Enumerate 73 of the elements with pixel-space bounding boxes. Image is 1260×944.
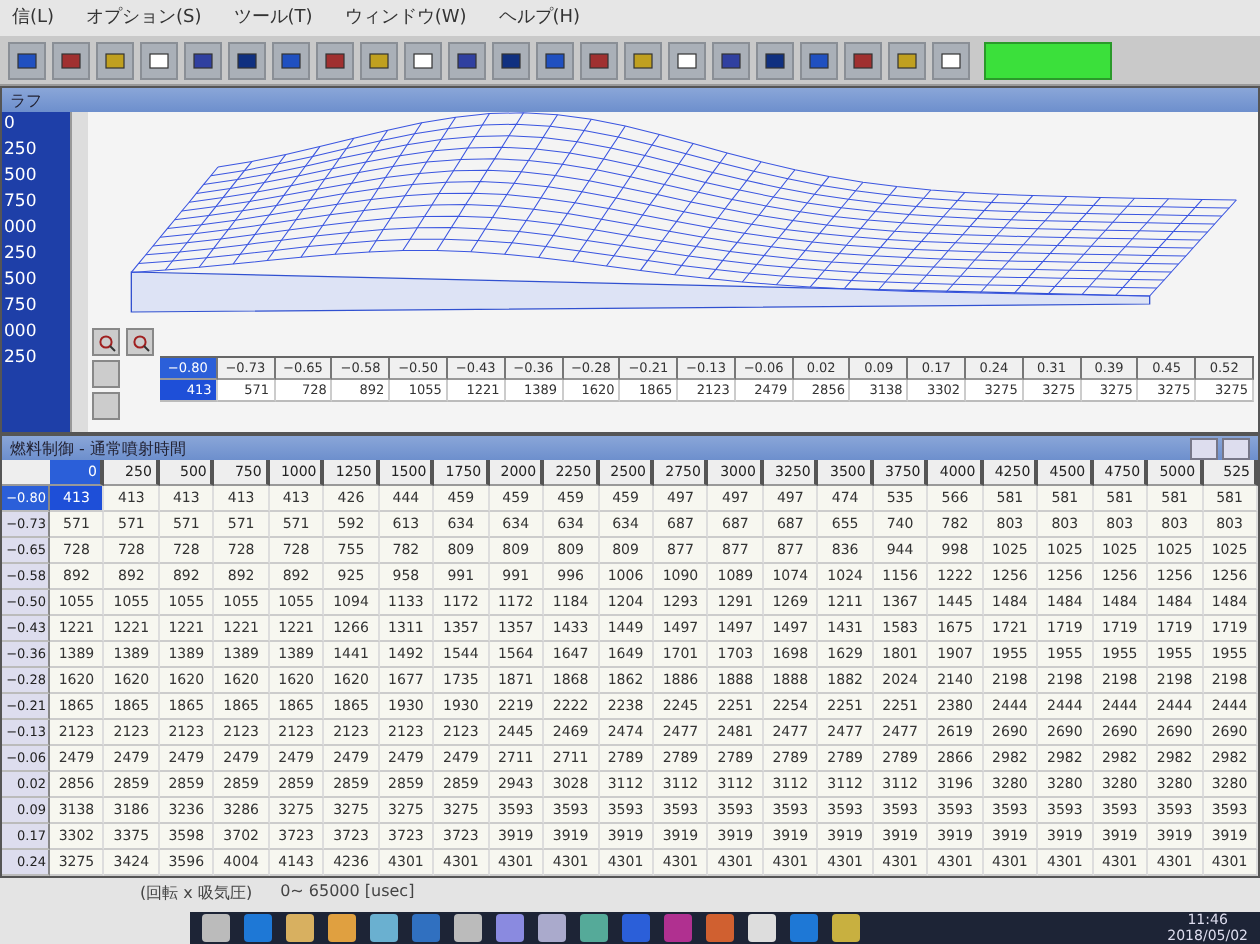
zoom-in-icon (97, 333, 115, 351)
list-item[interactable]: 250 (2, 242, 70, 268)
toolbar-button[interactable] (8, 41, 46, 79)
axes-label: (回転 x 吸気圧) (140, 882, 253, 906)
toolbar-icon (720, 49, 742, 71)
toolbar-icon (764, 49, 786, 71)
scroll-button[interactable] (92, 360, 120, 388)
list-item[interactable]: 750 (2, 294, 70, 320)
toolbar-button[interactable] (668, 41, 706, 79)
toolbar-button[interactable] (932, 41, 970, 79)
toolbar-icon (544, 49, 566, 71)
toolbar-icon (676, 49, 698, 71)
toolbar-icon (148, 49, 170, 71)
toolbar-button[interactable] (140, 41, 178, 79)
window-title: 燃料制御 - 通常噴射時間 (10, 437, 186, 459)
menu-item[interactable]: 信(L) (12, 4, 55, 32)
toolbar-icon (896, 49, 918, 71)
toolbar-button[interactable] (492, 41, 530, 79)
toolbar-button[interactable] (712, 41, 750, 79)
toolbar-icon (500, 49, 522, 71)
toolbar-icon (16, 49, 38, 71)
zoom-out-icon (131, 333, 149, 351)
status-indicator (984, 41, 1112, 79)
toolbar-button[interactable] (844, 41, 882, 79)
list-item[interactable]: 000 (2, 216, 70, 242)
toolbar-icon (456, 49, 478, 71)
scroll-button[interactable] (92, 392, 120, 420)
list-item[interactable]: 250 (2, 346, 70, 372)
list-item[interactable]: 500 (2, 164, 70, 190)
menu-item[interactable]: ツール(T) (233, 4, 313, 32)
toolbar-icon (192, 49, 214, 71)
toolbar-button[interactable] (536, 41, 574, 79)
toolbar-icon (236, 49, 258, 71)
zoom-in-button[interactable] (92, 328, 120, 356)
toolbar-button[interactable] (316, 41, 354, 79)
toolbar-button[interactable] (888, 41, 926, 79)
toolbar-button[interactable] (272, 41, 310, 79)
toolbar-icon (324, 49, 346, 71)
toolbar-button[interactable] (756, 41, 794, 79)
menu-item[interactable]: ヘルプ(H) (498, 4, 581, 32)
toolbar-icon (632, 49, 654, 71)
scrollbar[interactable] (70, 112, 88, 432)
toolbar-button[interactable] (228, 41, 266, 79)
minimize-button[interactable] (1190, 437, 1218, 459)
toolbar-button[interactable] (96, 41, 134, 79)
toolbar-button[interactable] (52, 41, 90, 79)
range-label: 0~ 65000 [usec] (280, 882, 415, 904)
list-item[interactable]: 750 (2, 190, 70, 216)
toolbar-button[interactable] (800, 41, 838, 79)
list-item[interactable]: 250 (2, 138, 70, 164)
toolbar-button[interactable] (404, 41, 442, 79)
list-item[interactable]: 500 (2, 268, 70, 294)
window-title: ラフ (10, 89, 42, 111)
toolbar-button[interactable] (448, 41, 486, 79)
toolbar-icon (280, 49, 302, 71)
toolbar-button[interactable] (624, 41, 662, 79)
list-item[interactable]: 0 (2, 112, 70, 138)
toolbar-icon (852, 49, 874, 71)
toolbar-button[interactable] (184, 41, 222, 79)
toolbar-icon (588, 49, 610, 71)
toolbar-icon (808, 49, 830, 71)
list-item[interactable]: 000 (2, 320, 70, 346)
toolbar-button[interactable] (360, 41, 398, 79)
toolbar-icon (368, 49, 390, 71)
menu-item[interactable]: ウィンドウ(W) (344, 4, 467, 32)
toolbar-icon (104, 49, 126, 71)
toolbar-icon (940, 49, 962, 71)
toolbar-icon (412, 49, 434, 71)
toolbar-icon (60, 49, 82, 71)
maximize-button[interactable] (1222, 437, 1250, 459)
toolbar-button[interactable] (580, 41, 618, 79)
menu-item[interactable]: オプション(S) (86, 4, 202, 32)
zoom-out-button[interactable] (126, 328, 154, 356)
